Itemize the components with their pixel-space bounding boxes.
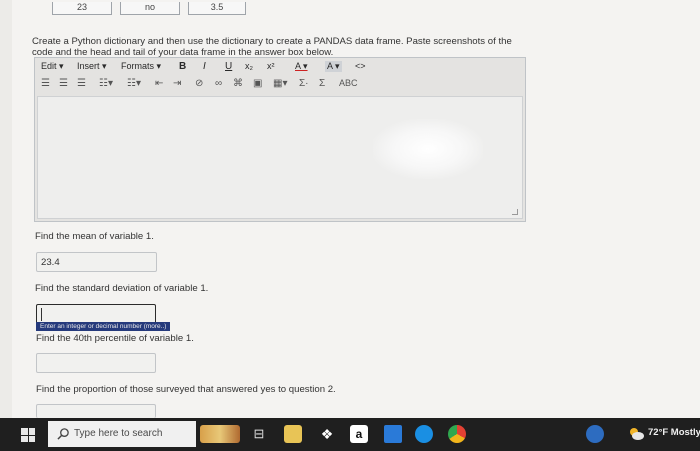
chrome-icon[interactable] [448,425,466,443]
table-icon[interactable]: ▦▾ [273,78,287,89]
previous-answer-table: 23 no 3.5 [52,0,252,16]
question-label: Find the 40th percentile of variable 1. [36,333,194,344]
bold-button[interactable]: B [179,61,186,72]
rich-text-editor: Edit ▾ Insert ▾ Formats ▾ B I U x₂ x² A … [34,57,526,222]
taskbar-search-box[interactable]: Type here to search [48,421,196,447]
source-code-button[interactable]: <> [355,61,366,71]
sigma-sub-button[interactable]: Σ· [299,78,309,89]
sigma-button[interactable]: Σ [319,78,325,89]
text-color-button[interactable]: A ▾ [295,61,308,72]
mean-answer-input[interactable]: 23.4 [36,252,157,272]
resize-handle[interactable] [512,209,518,215]
dropbox-icon[interactable]: ❖ [318,425,336,443]
formats-menu-label: Formats [121,61,155,71]
underline-button[interactable]: U [225,61,232,72]
input-hint-tooltip: Enter an integer or decimal number (more… [36,322,171,331]
subscript-button[interactable]: x₂ [245,61,253,71]
screen-glare [373,119,483,179]
editor-toolbar: ☰ ☰ ☰ ☷▾ ☷▾ ⇤ ⇥ ⊘ ∞ ⌘ ▣ ▦▾ Σ· Σ ABC [35,75,525,94]
insert-menu-label: Insert [77,61,100,71]
percentile-answer-input[interactable] [36,353,156,373]
file-explorer-icon[interactable] [284,425,302,443]
task-view-icon[interactable]: ⊟ [250,425,268,443]
formats-menu[interactable]: Formats ▾ [121,61,161,72]
table-cell: 3.5 [188,2,246,15]
edge-icon[interactable] [415,425,433,443]
outdent-icon[interactable]: ⇤ [155,78,163,89]
editor-menubar: Edit ▾ Insert ▾ Formats ▾ B I U x₂ x² A … [35,58,525,74]
align-left-icon[interactable]: ☰ [41,78,50,89]
align-center-icon[interactable]: ☰ [59,78,68,89]
image-icon[interactable]: ▣ [253,78,262,89]
superscript-button[interactable]: x² [267,61,275,71]
background-color-button[interactable]: A ▾ [325,61,342,72]
table-cell: no [120,2,180,15]
question-label: Find the standard deviation of variable … [35,283,209,294]
unlink-icon[interactable]: ⌘ [233,78,243,89]
search-placeholder: Type here to search [74,428,163,439]
editor-content-area[interactable] [37,96,523,219]
text-color-label: A [295,61,301,71]
proportion-answer-input[interactable] [36,404,156,418]
edit-menu[interactable]: Edit ▾ [41,61,64,72]
table-cell: 23 [52,2,112,15]
weather-text[interactable]: 72°F Mostly [648,427,700,438]
search-icon [57,428,69,440]
mail-icon[interactable] [384,425,402,443]
indent-icon[interactable]: ⇥ [173,78,181,89]
amazon-icon[interactable]: a [350,425,368,443]
link-icon[interactable]: ∞ [215,78,222,89]
spellcheck-button[interactable]: ABC [339,78,358,88]
browser-page: 23 no 3.5 Create a Python dictionary and… [12,0,700,418]
windows-start-icon[interactable] [21,428,35,442]
bullet-list-icon[interactable]: ☷▾ [99,78,113,89]
question-label: Find the proportion of those surveyed th… [36,384,336,395]
question-instructions: Create a Python dictionary and then use … [32,36,512,58]
question-label: Find the mean of variable 1. [35,231,154,242]
edit-menu-label: Edit [41,61,57,71]
numbered-list-icon[interactable]: ☷▾ [127,78,141,89]
news-widget-icon[interactable] [200,425,240,443]
align-right-icon[interactable]: ☰ [77,78,86,89]
weather-cloud-icon [630,428,644,440]
insert-menu[interactable]: Insert ▾ [77,61,107,72]
italic-button[interactable]: I [203,61,206,72]
windows-taskbar: Type here to search ⊟ ❖ a 72°F Mostly [0,418,700,451]
text-caret [41,308,42,321]
background-color-label: A [327,61,333,71]
user-avatar-icon[interactable] [586,425,604,443]
attachment-icon[interactable]: ⊘ [195,78,203,89]
